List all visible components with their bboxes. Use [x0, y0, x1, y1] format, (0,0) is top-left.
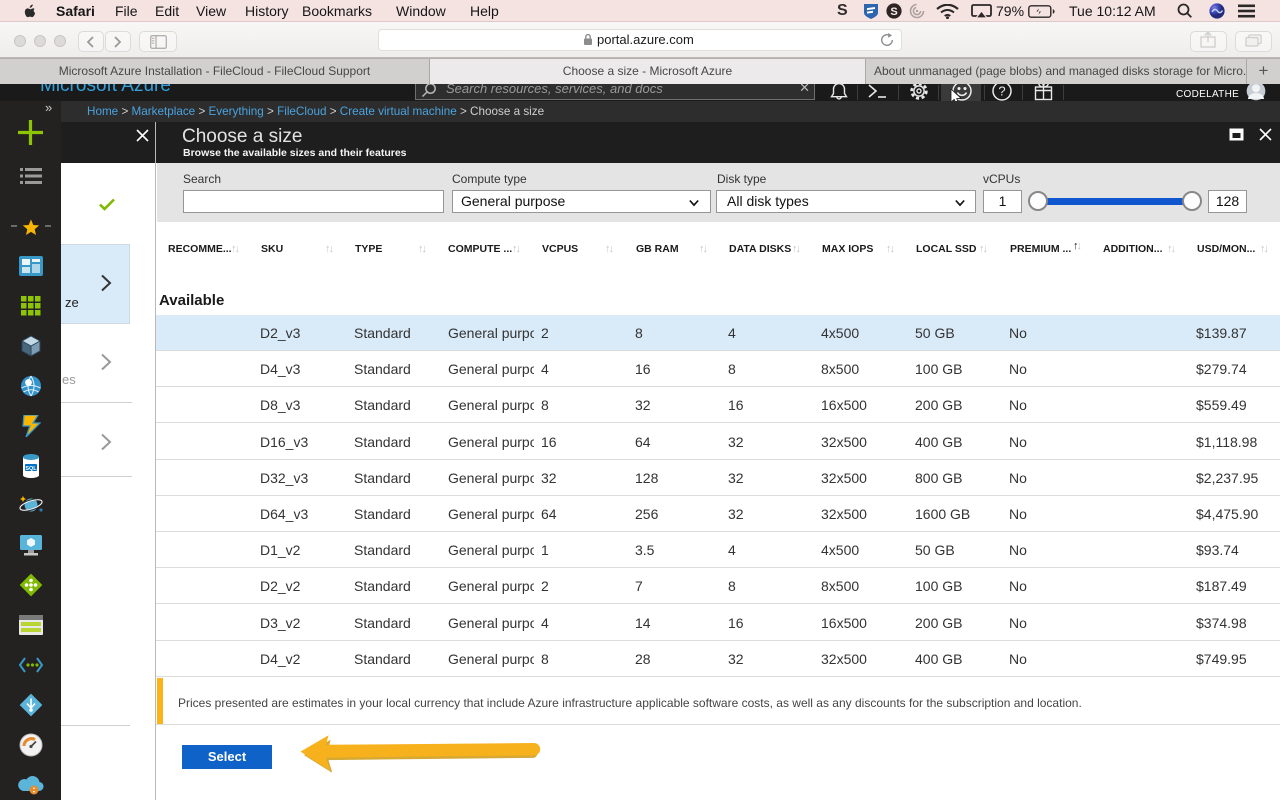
svg-text:SQL: SQL — [25, 466, 37, 472]
svg-text:S: S — [890, 6, 897, 18]
svg-text:?: ? — [998, 84, 1005, 99]
